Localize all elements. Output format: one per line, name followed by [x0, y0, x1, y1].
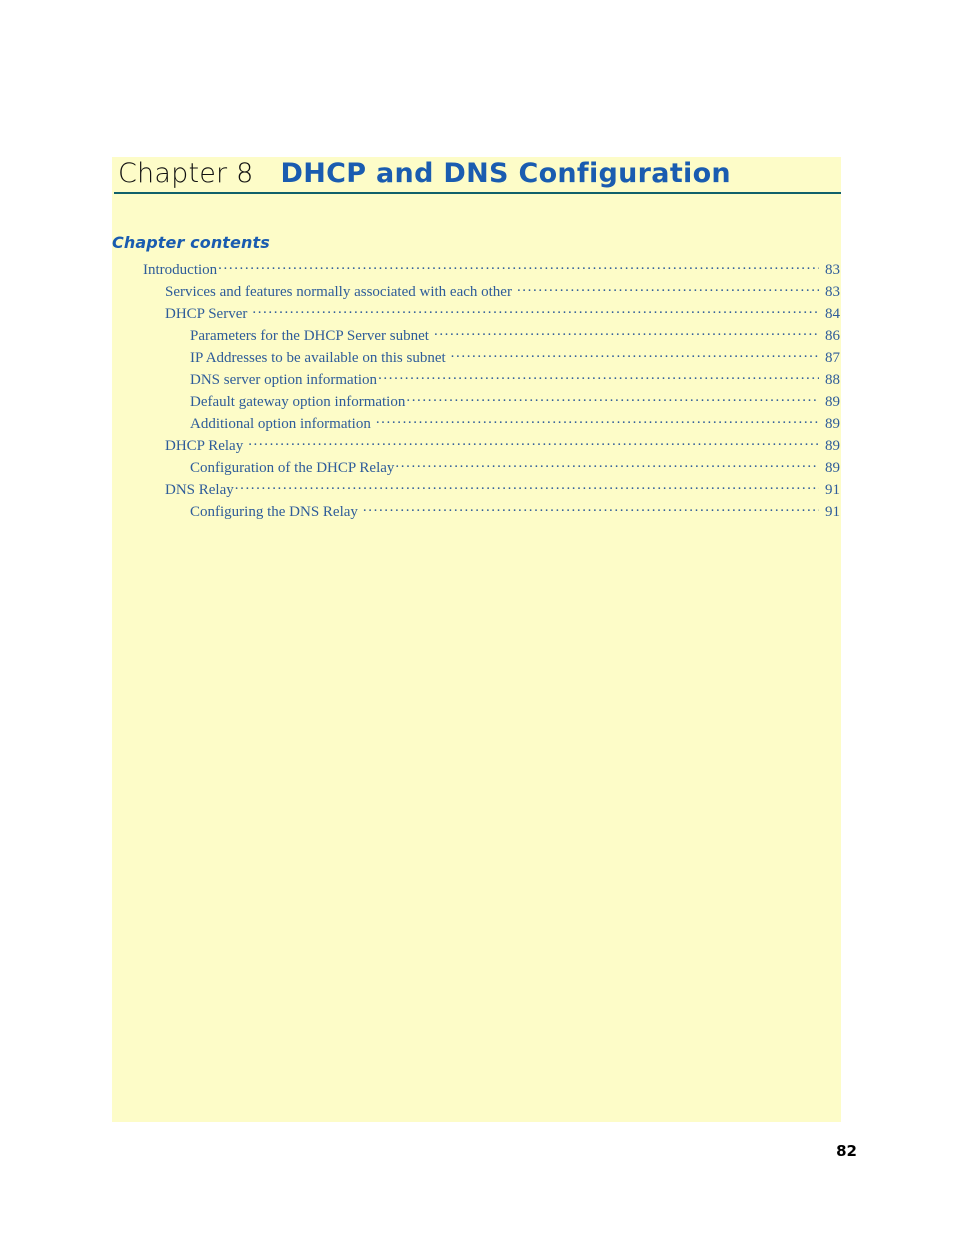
toc-entry-label: DNS server option information	[190, 372, 378, 388]
toc-entry-page-number: 84	[825, 306, 840, 322]
toc-dot-leader	[451, 347, 819, 362]
toc-entry-label: Configuring the DNS Relay	[190, 504, 358, 520]
toc-dot-leader	[434, 325, 819, 340]
toc-entry[interactable]: DHCP Relay 89	[112, 435, 841, 457]
toc-entry[interactable]: Default gateway option information 89	[112, 391, 841, 413]
toc-entry[interactable]: Configuring the DNS Relay 91	[112, 501, 841, 523]
page-number: 82	[836, 1142, 857, 1160]
toc-entry[interactable]: DHCP Server 84	[112, 303, 841, 325]
toc-entry-page-number: 88	[825, 372, 840, 388]
toc-entry[interactable]: Additional option information 89	[112, 413, 841, 435]
toc-dot-leader	[218, 259, 819, 274]
toc-dot-leader	[376, 413, 819, 428]
toc-entry-label: Additional option information	[190, 416, 371, 432]
toc-entry-page-number: 89	[825, 416, 840, 432]
toc-entry[interactable]: Introduction 83	[112, 259, 841, 281]
toc-entry[interactable]: Configuration of the DHCP Relay 89	[112, 457, 841, 479]
toc-dot-leader	[517, 281, 819, 296]
toc-entry-page-number: 91	[825, 482, 840, 498]
toc-entry-page-number: 89	[825, 394, 840, 410]
toc-dot-leader	[252, 303, 819, 318]
toc-entry-label: IP Addresses to be available on this sub…	[190, 350, 446, 366]
table-of-contents: Introduction 83 Services and features norm…	[112, 259, 841, 523]
toc-entry[interactable]: Parameters for the DHCP Server subnet 86	[112, 325, 841, 347]
chapter-heading: Chapter 8 DHCP and DNS Configuration	[118, 158, 841, 194]
toc-entry-label: Configuration of the DHCP Relay	[190, 460, 395, 476]
toc-entry[interactable]: Services and features normally associate…	[112, 281, 841, 303]
toc-entry-label: DNS Relay	[165, 482, 234, 498]
toc-entry-label: Introduction	[143, 262, 218, 278]
toc-entry[interactable]: IP Addresses to be available on this sub…	[112, 347, 841, 369]
chapter-contents-heading: Chapter contents	[112, 233, 270, 252]
toc-entry-page-number: 86	[825, 328, 840, 344]
toc-entry[interactable]: DNS server option information 88	[112, 369, 841, 391]
toc-entry-page-number: 89	[825, 460, 840, 476]
toc-entry[interactable]: DNS Relay 91	[112, 479, 841, 501]
toc-dot-leader	[248, 435, 819, 450]
toc-entry-label: Services and features normally associate…	[165, 284, 512, 300]
toc-entry-label: DHCP Relay	[165, 438, 244, 454]
toc-entry-label: Parameters for the DHCP Server subnet	[190, 328, 429, 344]
chapter-number-label: Chapter 8	[118, 158, 254, 189]
heading-divider	[114, 192, 841, 194]
toc-dot-leader	[395, 457, 819, 472]
page-title: DHCP and DNS Configuration	[280, 158, 731, 189]
toc-dot-leader	[378, 369, 819, 384]
toc-entry-page-number: 83	[825, 284, 840, 300]
toc-entry-page-number: 91	[825, 504, 840, 520]
toc-entry-page-number: 87	[825, 350, 840, 366]
toc-entry-page-number: 83	[825, 262, 840, 278]
toc-entry-label: DHCP Server	[165, 306, 248, 322]
toc-dot-leader	[363, 501, 819, 516]
toc-dot-leader	[406, 391, 819, 406]
toc-entry-page-number: 89	[825, 438, 840, 454]
toc-dot-leader	[235, 479, 819, 494]
toc-entry-label: Default gateway option information	[190, 394, 406, 410]
